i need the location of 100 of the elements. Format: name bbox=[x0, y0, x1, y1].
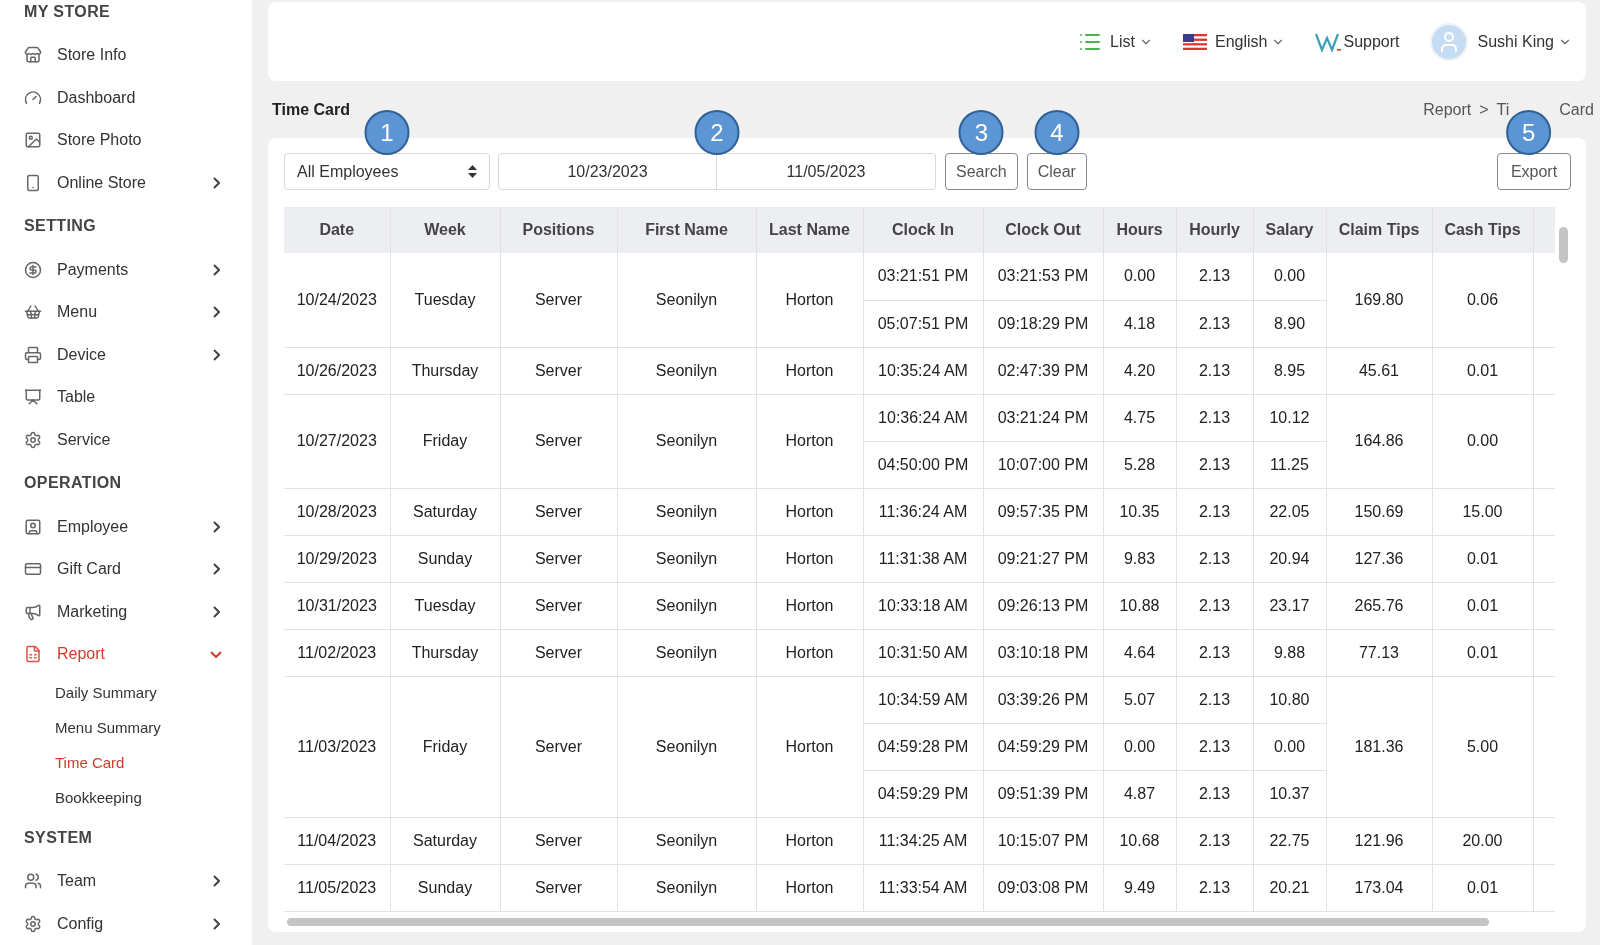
table-cell: 11:34:25 AM bbox=[863, 817, 983, 864]
sidebar-item[interactable]: Payments bbox=[24, 248, 226, 291]
table-cell: Tuesday bbox=[390, 582, 500, 629]
breadcrumb-item[interactable]: Card bbox=[1559, 97, 1594, 122]
sidebar-item[interactable]: Team bbox=[24, 859, 226, 903]
table-cell: 4.64 bbox=[1103, 629, 1176, 676]
column-header[interactable]: First Name bbox=[617, 207, 756, 253]
column-header[interactable]: Clock In bbox=[863, 207, 983, 253]
sidebar-label: Report bbox=[57, 644, 107, 665]
table-cell: 10/28/2023 bbox=[284, 488, 390, 535]
column-header[interactable]: Last Name bbox=[756, 207, 863, 253]
table-cell: 11/05/2023 bbox=[284, 864, 390, 911]
sidebar-item[interactable]: Service bbox=[24, 418, 226, 462]
sidebar-item[interactable]: Menu bbox=[24, 290, 226, 334]
table-cell: 04:50:00 PM bbox=[863, 441, 983, 488]
sidebar-label: Team bbox=[57, 871, 98, 891]
table-cell: 2.13 bbox=[1176, 629, 1253, 676]
table-cell: 09:51:39 PM bbox=[983, 770, 1103, 817]
basket-icon bbox=[24, 303, 42, 322]
column-header[interactable]: Clock Out bbox=[983, 207, 1103, 253]
table-cell: 10:35:24 AM bbox=[863, 347, 983, 394]
submenu-item[interactable]: Daily Summary bbox=[24, 675, 226, 711]
phone-icon bbox=[24, 174, 42, 193]
table-cell: Server bbox=[500, 253, 617, 347]
table-cell: Server bbox=[500, 676, 617, 817]
table-cell: 11/03/2023 bbox=[284, 676, 390, 817]
table-cell: 15.00 bbox=[1432, 488, 1533, 535]
table-cell: 0.00 bbox=[1432, 394, 1533, 488]
end-date-field[interactable]: 11/05/2023 bbox=[717, 153, 936, 190]
sidebar-item[interactable]: Dashboard bbox=[24, 76, 226, 120]
column-header[interactable]: Cash Tips bbox=[1432, 207, 1533, 253]
table-cell: 10.35 bbox=[1103, 488, 1176, 535]
submenu-item[interactable]: Menu Summary bbox=[24, 710, 226, 746]
start-date-field[interactable]: 10/23/2023 bbox=[498, 153, 717, 190]
submenu-item[interactable]: Bookkeeping bbox=[24, 780, 226, 816]
language-menu-button[interactable]: English bbox=[1182, 29, 1286, 54]
sidebar-item[interactable]: Store Photo bbox=[24, 119, 226, 162]
table-cell: 09:21:27 PM bbox=[983, 535, 1103, 582]
clear-button[interactable]: Clear bbox=[1026, 153, 1087, 190]
page-title: Time Card bbox=[272, 99, 350, 120]
breadcrumb-item[interactable]: Report bbox=[1423, 97, 1472, 122]
table-cell: 03:10:18 PM bbox=[983, 629, 1103, 676]
column-header[interactable]: Hourly bbox=[1176, 207, 1253, 253]
column-header[interactable]: Claim Tips bbox=[1326, 207, 1432, 253]
table-cell: 265.76 bbox=[1326, 582, 1432, 629]
sidebar-item[interactable]: Config bbox=[24, 902, 226, 945]
table-cell: 121.96 bbox=[1326, 817, 1432, 864]
table-cell: 03:21:51 PM bbox=[863, 253, 983, 300]
table-cell: 05:07:51 PM bbox=[863, 300, 983, 347]
sidebar-item[interactable]: Report bbox=[24, 633, 226, 676]
table-cell: Sunday bbox=[390, 864, 500, 911]
sidebar-label: Store Info bbox=[57, 45, 128, 66]
column-header[interactable]: Salary bbox=[1253, 207, 1326, 253]
submenu-item[interactable]: Time Card bbox=[24, 745, 226, 781]
table-cell: 2.13 bbox=[1176, 582, 1253, 629]
vertical-scrollbar[interactable] bbox=[1559, 227, 1568, 263]
table-cell: 22.05 bbox=[1253, 488, 1326, 535]
column-header[interactable]: Date bbox=[284, 207, 390, 253]
table-cell: 173.04 bbox=[1326, 864, 1432, 911]
employee-select[interactable]: All Employees bbox=[284, 153, 490, 190]
column-header[interactable]: Hours bbox=[1103, 207, 1176, 253]
sidebar-item[interactable]: Device bbox=[24, 333, 226, 377]
table-cell: 8.90 bbox=[1253, 300, 1326, 347]
table-cell: 10/29/2023 bbox=[284, 535, 390, 582]
table-cell: Thursday bbox=[390, 347, 500, 394]
table-cell: 04:59:29 PM bbox=[983, 723, 1103, 770]
table-cell: 10:07:00 PM bbox=[983, 441, 1103, 488]
table-cell: Saturday bbox=[390, 817, 500, 864]
easel-icon bbox=[24, 388, 42, 407]
export-button[interactable]: Export bbox=[1497, 153, 1571, 190]
sidebar-label: Device bbox=[57, 344, 107, 365]
settings-icon bbox=[24, 431, 42, 450]
table-cell: Seonilyn bbox=[617, 347, 756, 394]
horizontal-scrollbar[interactable] bbox=[287, 917, 1489, 926]
megaphone-icon bbox=[24, 602, 42, 621]
table-cell: 0.01 bbox=[1432, 864, 1533, 911]
sidebar-item[interactable]: Marketing bbox=[24, 590, 226, 634]
sidebar-item[interactable]: Store Info bbox=[24, 34, 226, 77]
table-cell: Seonilyn bbox=[617, 535, 756, 582]
table-cell: Seonilyn bbox=[617, 582, 756, 629]
sidebar-item[interactable]: Table bbox=[24, 376, 226, 419]
column-header[interactable]: Positions bbox=[500, 207, 617, 253]
sidebar-item[interactable]: Gift Card bbox=[24, 547, 226, 591]
image-icon bbox=[24, 131, 42, 150]
table-cell: Horton bbox=[756, 253, 863, 347]
table-cell: 10/31/2023 bbox=[284, 582, 390, 629]
table-cell: Seonilyn bbox=[617, 253, 756, 347]
table-cell: 02:47:39 PM bbox=[983, 347, 1103, 394]
support-link[interactable]: Support bbox=[1315, 29, 1400, 54]
section-heading: SETTING bbox=[24, 216, 98, 237]
sidebar-item[interactable]: Online Store bbox=[24, 161, 226, 205]
search-button[interactable]: Search bbox=[945, 153, 1018, 190]
column-header[interactable]: Week bbox=[390, 207, 500, 253]
view-menu-button[interactable]: List bbox=[1078, 29, 1153, 54]
table-cell: Seonilyn bbox=[617, 864, 756, 911]
table-cell: Seonilyn bbox=[617, 629, 756, 676]
section-heading: MY STORE bbox=[24, 2, 112, 22]
user-menu-button[interactable]: Sushi King bbox=[1429, 22, 1572, 61]
sidebar-item[interactable]: Employee bbox=[24, 505, 226, 548]
table-cell: 10:33:18 AM bbox=[863, 582, 983, 629]
